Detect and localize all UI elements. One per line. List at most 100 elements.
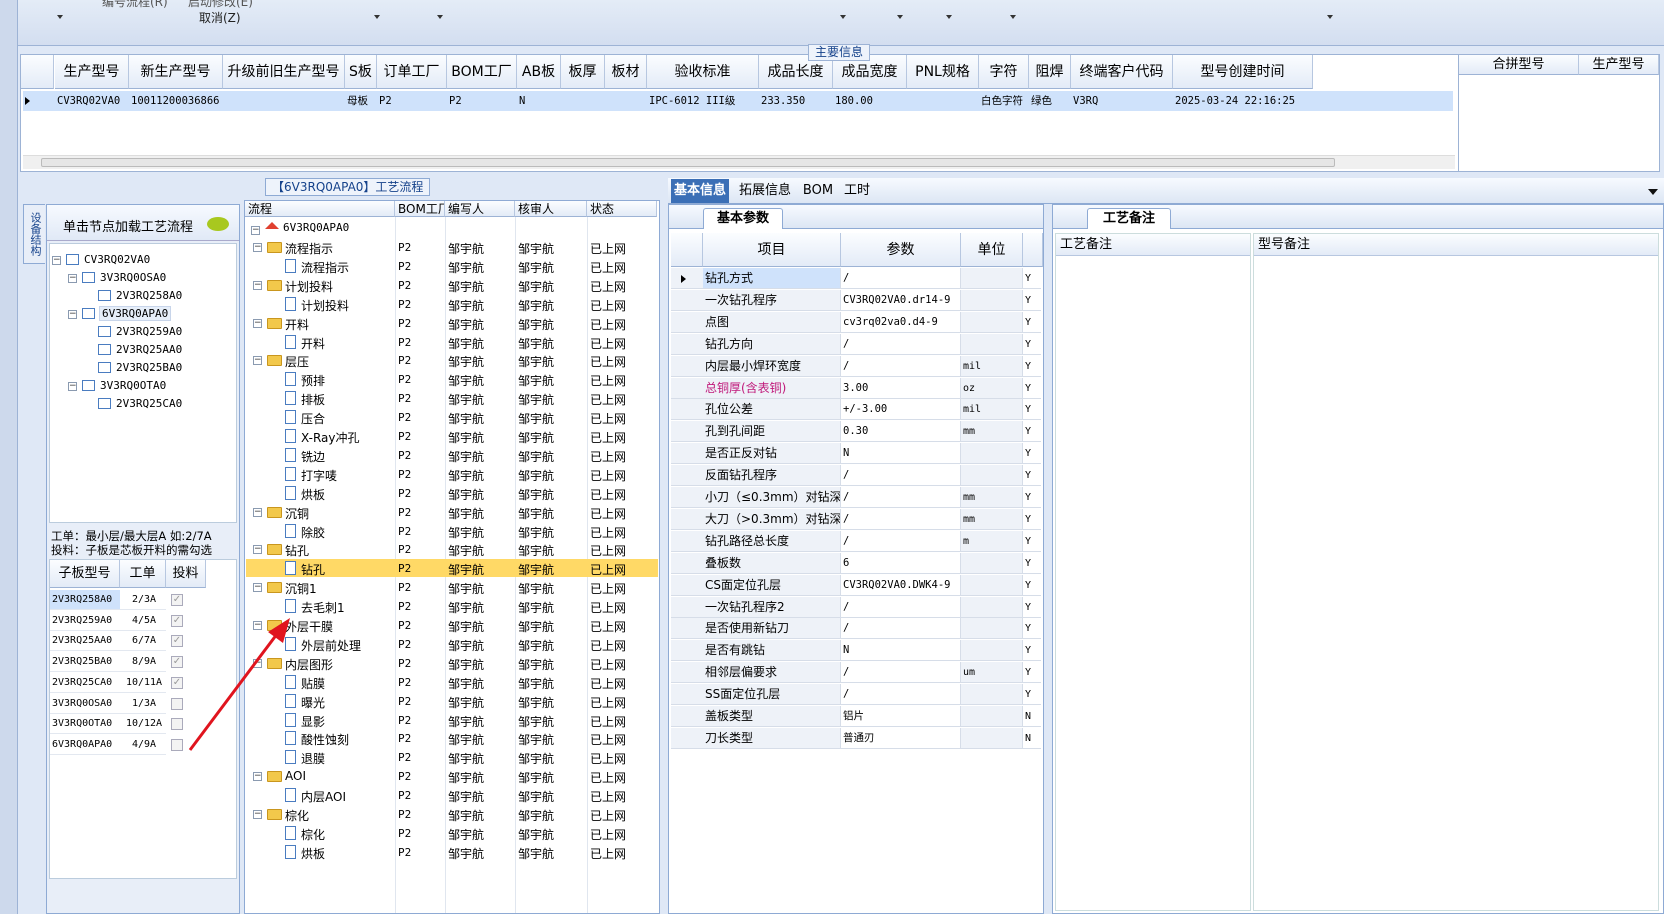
param-value[interactable]: N: [841, 443, 961, 465]
column-header[interactable]: PNL规格: [907, 55, 979, 89]
sub-board-order[interactable]: 4/9A: [120, 735, 166, 755]
collapse-icon[interactable]: −: [253, 772, 262, 782]
process-step[interactable]: 外层前处理: [301, 637, 361, 654]
process-step[interactable]: 流程指示: [285, 240, 333, 257]
process-step[interactable]: 流程指示: [301, 259, 349, 276]
sub-board-order[interactable]: 6/7A: [120, 631, 166, 652]
feed-checkbox-checked[interactable]: ✓: [171, 594, 183, 606]
process-step[interactable]: 显影: [301, 713, 325, 730]
dropdown-arrow-icon[interactable]: [946, 15, 952, 19]
collapse-icon[interactable]: −: [253, 507, 262, 517]
collapse-icon[interactable]: −: [253, 356, 262, 366]
sub-board-order[interactable]: 2/3A: [120, 590, 166, 610]
collapse-icon[interactable]: −: [68, 382, 77, 391]
column-header[interactable]: 阻焊: [1029, 55, 1071, 89]
collapse-icon[interactable]: −: [251, 226, 260, 235]
param-value[interactable]: /: [841, 355, 961, 377]
process-step[interactable]: 钻孔: [301, 561, 325, 578]
dropdown-arrow-icon[interactable]: [57, 15, 63, 19]
column-header[interactable]: 状态: [587, 201, 657, 217]
splitter[interactable]: [1044, 204, 1052, 914]
cancel-button[interactable]: 取消(Z): [199, 9, 241, 26]
tree-node[interactable]: 6V3RQ0APA0: [98, 306, 172, 321]
column-header[interactable]: 流程: [245, 201, 395, 217]
column-header[interactable]: 字符: [979, 55, 1029, 89]
process-notes-field[interactable]: 工艺备注: [1055, 233, 1251, 911]
sub-board-order[interactable]: 10/11A: [120, 673, 166, 693]
process-step[interactable]: 沉铜: [285, 505, 309, 522]
row-header[interactable]: [671, 421, 703, 443]
process-step[interactable]: X-Ray冲孔: [301, 429, 359, 446]
process-step[interactable]: 开料: [301, 335, 325, 352]
collapse-icon[interactable]: −: [253, 545, 262, 555]
column-header[interactable]: S板: [345, 55, 377, 89]
side-tab[interactable]: 设备结构: [23, 204, 45, 264]
param-value[interactable]: cv3rq02va0.d4-9: [841, 311, 961, 333]
tree-node[interactable]: 2V3RQ259A0: [116, 325, 182, 338]
tab-3[interactable]: 工时: [840, 179, 874, 203]
process-step[interactable]: 沉铜1: [285, 580, 317, 597]
tree-node[interactable]: CV3RQ02VA0: [84, 253, 150, 266]
process-step[interactable]: 棕化: [301, 826, 325, 843]
process-step[interactable]: 钻孔: [285, 542, 309, 559]
tab-process-notes[interactable]: 工艺备注: [1087, 208, 1171, 229]
row-header[interactable]: [671, 289, 703, 311]
row-header[interactable]: [671, 487, 703, 508]
row-header[interactable]: [671, 333, 703, 355]
tab-0[interactable]: 基本信息: [671, 179, 729, 203]
collapse-icon[interactable]: −: [253, 243, 262, 252]
param-value[interactable]: N: [841, 640, 961, 662]
process-root[interactable]: 6V3RQ0APA0: [283, 221, 349, 234]
sub-board-model[interactable]: 2V3RQ259A0: [50, 611, 120, 631]
row-header[interactable]: [671, 596, 703, 618]
collapse-icon[interactable]: −: [52, 256, 61, 265]
tree-node[interactable]: 3V3RQ0OTA0: [100, 379, 166, 392]
column-header[interactable]: 核审人: [515, 201, 587, 217]
row-header[interactable]: [671, 727, 703, 749]
tree-node[interactable]: 2V3RQ25BA0: [116, 361, 182, 374]
process-step[interactable]: 棕化: [285, 807, 309, 824]
collapse-icon[interactable]: −: [68, 310, 77, 319]
sub-board-model[interactable]: 2V3RQ258A0: [50, 590, 120, 610]
collapse-icon[interactable]: −: [253, 280, 262, 290]
param-value[interactable]: /: [841, 662, 961, 684]
param-value[interactable]: /: [841, 268, 961, 289]
column-header[interactable]: AB板: [517, 55, 561, 89]
process-step[interactable]: 压合: [301, 410, 325, 427]
process-step[interactable]: 计划投料: [285, 278, 333, 295]
process-step[interactable]: 层压: [285, 353, 309, 370]
row-header[interactable]: [671, 530, 703, 552]
param-value[interactable]: /: [841, 508, 961, 530]
row-header[interactable]: [671, 443, 703, 465]
process-step[interactable]: 排板: [301, 391, 325, 408]
dropdown-arrow-icon[interactable]: [1010, 15, 1016, 19]
param-value[interactable]: /: [841, 596, 961, 618]
sub-board-order[interactable]: 4/5A: [120, 611, 166, 631]
process-step[interactable]: 计划投料: [301, 297, 349, 314]
collapse-icon[interactable]: −: [253, 810, 262, 819]
param-value[interactable]: 普通刃: [841, 727, 961, 749]
row-header[interactable]: [671, 355, 703, 377]
column-header[interactable]: 投料: [166, 560, 206, 588]
subtab-basic-params[interactable]: 基本参数: [703, 208, 783, 229]
column-header[interactable]: 单位: [961, 233, 1023, 267]
horizontal-scrollbar[interactable]: [23, 155, 1455, 169]
tree-node[interactable]: 2V3RQ25CA0: [116, 397, 182, 410]
param-value[interactable]: /: [841, 530, 961, 552]
param-value[interactable]: /: [841, 487, 961, 508]
tab-1[interactable]: 拓展信息: [734, 179, 796, 203]
param-value[interactable]: /: [841, 684, 961, 706]
process-step[interactable]: 曝光: [301, 694, 325, 711]
column-header[interactable]: 验收标准: [647, 55, 759, 89]
column-header[interactable]: 工单: [120, 560, 166, 588]
process-step[interactable]: 除胶: [301, 524, 325, 541]
dropdown-arrow-icon[interactable]: [1327, 15, 1333, 19]
tree-node[interactable]: 2V3RQ25AA0: [116, 343, 182, 356]
process-step[interactable]: 烘板: [301, 486, 325, 503]
row-header[interactable]: [671, 268, 703, 289]
column-header[interactable]: 生产型号: [55, 55, 129, 89]
row-header[interactable]: [671, 618, 703, 640]
collapse-icon[interactable]: −: [253, 318, 262, 328]
sub-board-order[interactable]: 8/9A: [120, 652, 166, 673]
param-value[interactable]: /: [841, 618, 961, 640]
